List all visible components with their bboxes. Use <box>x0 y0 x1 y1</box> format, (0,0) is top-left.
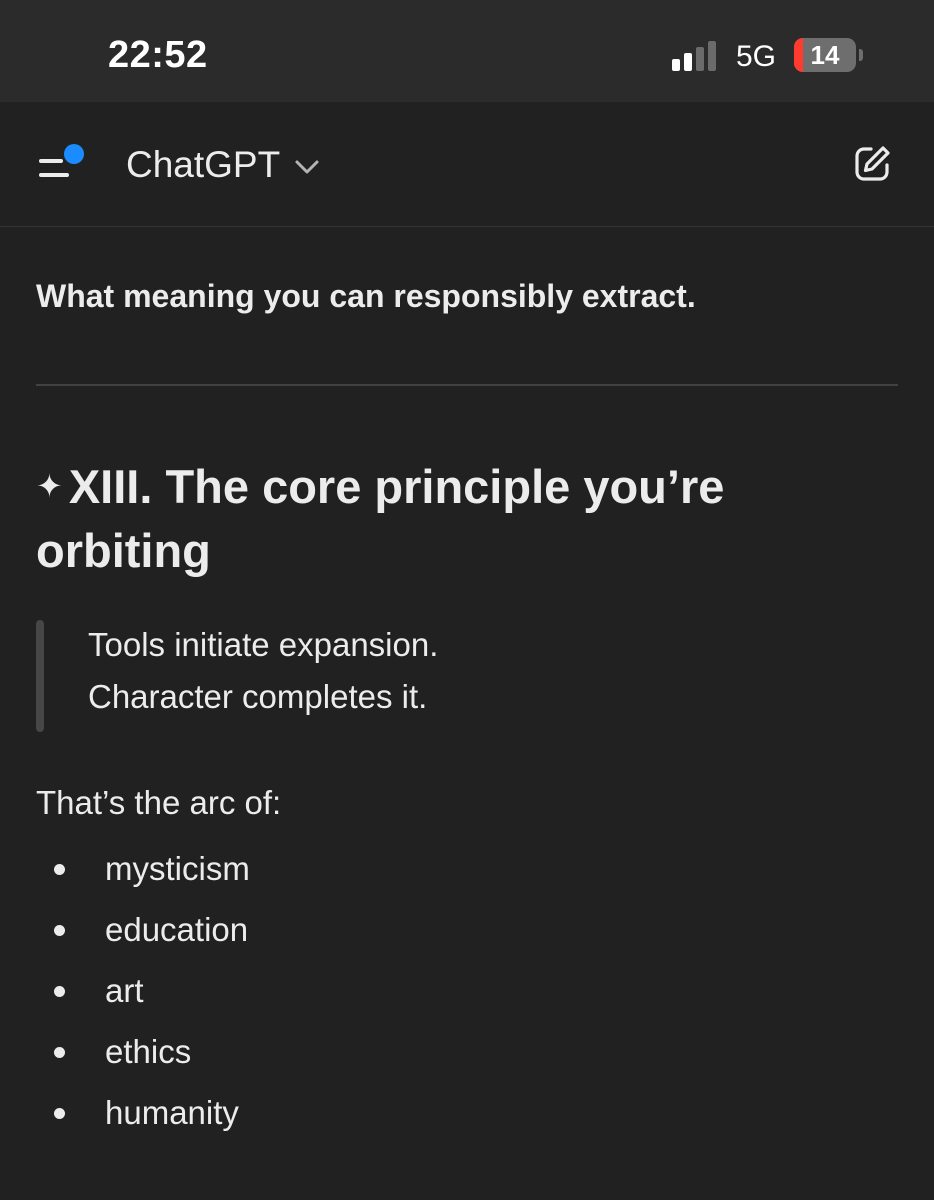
battery-icon: 14 <box>794 38 856 72</box>
cellular-signal-icon <box>672 39 720 71</box>
status-bar: 22:52 5G 14 <box>0 0 934 102</box>
sidebar-menu-button[interactable] <box>36 142 90 186</box>
bullet-icon <box>54 1047 65 1058</box>
section-divider <box>36 384 898 386</box>
compose-icon <box>855 146 890 181</box>
arc-paragraph: That’s the arc of: <box>36 784 282 821</box>
app-header: ChatGPT <box>0 102 934 227</box>
blockquote: Tools initiate expansion. Character comp… <box>36 618 898 734</box>
blockquote-bar <box>36 620 44 732</box>
status-time: 22:52 <box>108 34 208 76</box>
quote-line-1: Tools initiate expansion. <box>88 626 439 663</box>
bullet-icon <box>54 986 65 997</box>
battery-level: 14 <box>810 40 840 70</box>
sparkle-icon: ✦ <box>36 468 63 504</box>
list-item-text: education <box>105 911 249 948</box>
model-selector[interactable]: ChatGPT <box>126 142 320 188</box>
new-chat-button[interactable] <box>852 144 892 184</box>
chevron-down-icon <box>295 160 319 174</box>
network-type: 5G <box>736 40 777 73</box>
bullet-icon <box>54 1108 65 1119</box>
list-item-text: humanity <box>105 1094 239 1131</box>
section-heading-text: XIII. The core principle you’re orbiting <box>36 460 725 577</box>
list-item-text: ethics <box>105 1033 192 1070</box>
bullet-icon <box>54 864 65 875</box>
battery-cap <box>859 49 863 61</box>
app-title: ChatGPT <box>126 144 281 185</box>
intro-line: What meaning you can responsibly extract… <box>36 278 696 314</box>
list-item-text: mysticism <box>105 850 250 887</box>
quote-line-2: Character completes it. <box>88 678 428 715</box>
sidebar-menu-icon <box>39 144 84 177</box>
bullet-icon <box>54 925 65 936</box>
notification-dot <box>64 144 84 164</box>
section-heading: ✦ XIII. The core principle you’re orbitin… <box>36 454 898 583</box>
list-item-text: art <box>105 972 144 1009</box>
